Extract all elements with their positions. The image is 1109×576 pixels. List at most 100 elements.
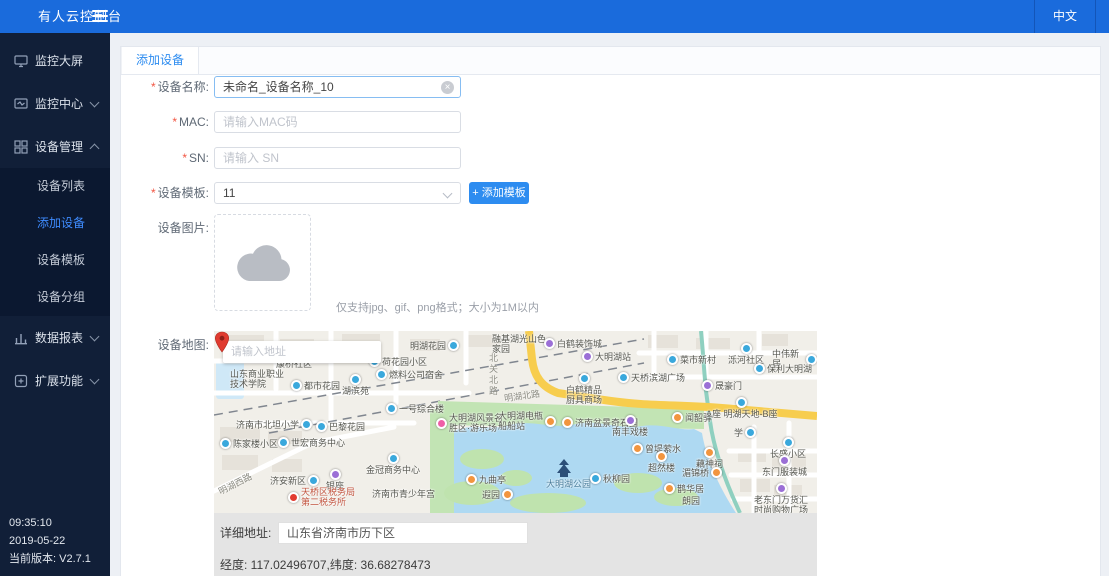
sidebar-item-extension[interactable]: 扩展功能 <box>0 359 110 402</box>
map-poi-icon <box>308 475 319 486</box>
map-poi-icon <box>544 338 555 349</box>
cloud-upload-icon <box>232 241 294 283</box>
map-poi-label: 大明湖风景名 胜区·游乐场 <box>449 413 503 433</box>
device-template-value: 11 <box>223 186 235 200</box>
sidebar-item-data-report[interactable]: 数据报表 <box>0 316 110 359</box>
chevron-down-icon <box>443 189 453 199</box>
sidebar-item-monitor-screen[interactable]: 监控大屏 <box>0 39 110 82</box>
map-poi-label: 晟豪门 <box>715 381 742 391</box>
address-panel: 详细地址: 山东省济南市历下区 经度: 117.02496707,纬度: 36.… <box>214 513 817 576</box>
map-poi: 大明湖风景名 胜区·游乐场 <box>436 413 503 433</box>
screen-icon <box>14 54 28 68</box>
map-poi: 闻韶驿 <box>672 412 712 423</box>
map-poi-icon <box>301 419 312 430</box>
map-poi-icon <box>579 373 590 384</box>
map-poi-label: 燃料公司宿舍 <box>389 370 443 380</box>
map-poi-icon <box>386 403 397 414</box>
sidebar-item-label: 监控中心 <box>35 95 91 112</box>
mac-input[interactable]: 请输入MAC码 <box>214 111 461 133</box>
sidebar-item-add-device[interactable]: 添加设备 <box>0 205 110 242</box>
map-poi-label: 超然楼 <box>648 463 675 473</box>
map-poi-icon <box>741 343 752 354</box>
map-poi-label: 闻韶驿 <box>685 413 712 423</box>
map-road-label: 明湖北路 <box>503 387 540 405</box>
map-poi-icon <box>288 492 299 503</box>
map-poi-icon <box>618 372 629 383</box>
sidebar-item-label: 数据报表 <box>35 329 91 346</box>
map-poi-label: 白鹤装饰城 <box>557 339 602 349</box>
map-poi-label: 大明湖站 <box>595 352 631 362</box>
app: 有人云控制台 中文 监控大屏 监控中心 <box>0 0 1109 576</box>
map-poi-label: 遐园 <box>482 490 500 500</box>
map-poi-label: 九曲亭 <box>479 475 506 485</box>
map-poi-icon <box>656 451 667 462</box>
chevron-down-icon <box>90 97 100 107</box>
map-poi: 大明湖站 <box>582 351 631 362</box>
tab-add-device[interactable]: 添加设备 <box>121 47 199 74</box>
map-poi-label: 世宏商务中心 <box>291 438 345 448</box>
coordinates-text: 经度: 117.02496707,纬度: 36.68278473 <box>220 556 431 573</box>
detail-address-input[interactable]: 山东省济南市历下区 <box>278 522 528 544</box>
image-upload-box[interactable] <box>214 214 311 311</box>
required-mark: * <box>172 115 177 129</box>
add-template-button[interactable]: + 添加模板 <box>469 182 529 204</box>
sidebar-item-device-group[interactable]: 设备分组 <box>0 279 110 316</box>
device-map[interactable]: 明湖花园融基湖光山色 家园白鹤装饰城大明湖站康桥社区荷花园小区燃料公司宿舍山东商… <box>214 331 817 513</box>
map-poi: 融基湖光山色 家园 <box>492 334 546 354</box>
map-poi-icon <box>702 380 713 391</box>
sidebar-nav: 监控大屏 监控中心 设备管理 设备列表 添加设备 设备模 <box>0 33 110 402</box>
device-template-select[interactable]: 11 <box>214 182 461 204</box>
map-poi: 学 <box>734 427 756 438</box>
map-search-input[interactable]: 请输入地址 <box>223 341 381 363</box>
map-poi-icon <box>632 443 643 454</box>
map-poi: 遐园 <box>482 489 513 500</box>
map-poi: 天桥滨湖广场 <box>618 372 685 383</box>
map-poi: 巴黎花园 <box>316 421 365 432</box>
map-poi-label: 天桥区税务局 第二税务所 <box>301 487 355 507</box>
detail-address-label: 详细地址: <box>220 522 271 544</box>
hamburger-menu-icon[interactable] <box>92 10 108 22</box>
sidebar-item-label: 监控大屏 <box>35 52 110 69</box>
map-poi-label: 明湖花园 <box>410 341 446 351</box>
map-poi-icon <box>625 415 636 426</box>
map-poi-icon <box>667 354 678 365</box>
sidebar-item-label: 设备管理 <box>35 138 91 155</box>
map-poi-label: 金冠商务中心 <box>366 465 420 475</box>
map-poi-label: 巴黎花园 <box>329 422 365 432</box>
monitor-icon <box>14 97 28 111</box>
main-content: 添加设备 *设备名称: 未命名_设备名称_10 × *MAC: 请输入MAC码 … <box>110 33 1109 576</box>
map-poi: 济安新区 <box>270 475 319 486</box>
sidebar-item-device-management[interactable]: 设备管理 <box>0 125 110 168</box>
map-poi: 老东门万货汇 时尚购物广场 <box>754 483 808 513</box>
add-device-card: 添加设备 *设备名称: 未命名_设备名称_10 × *MAC: 请输入MAC码 … <box>120 46 1101 576</box>
map-poi: A座 明湖天地-B座 <box>706 397 778 419</box>
map-poi: 陈家楼小区 <box>220 438 278 449</box>
device-management-submenu: 设备列表 添加设备 设备模板 设备分组 <box>0 168 110 316</box>
map-poi: 天桥区税务局 第二税务所 <box>288 487 355 507</box>
sidebar-item-monitor-center[interactable]: 监控中心 <box>0 82 110 125</box>
sidebar-item-device-list[interactable]: 设备列表 <box>0 168 110 205</box>
map-poi-icon <box>776 483 787 494</box>
map-poi: 大明湖电瓶 船船站 <box>498 411 556 431</box>
map-poi-icon <box>502 489 513 500</box>
language-switch-button[interactable]: 中文 <box>1034 0 1096 33</box>
current-date: 2019-05-22 <box>9 532 91 550</box>
map-poi-icon <box>783 437 794 448</box>
map-poi-icon <box>466 474 477 485</box>
image-format-hint: 仅支持jpg、gif、png格式；大小为1M以内 <box>336 299 539 315</box>
map-poi-label: 南丰戏楼 <box>612 427 648 437</box>
map-road-label: 北关北路 <box>487 353 500 397</box>
device-name-input[interactable]: 未命名_设备名称_10 × <box>214 76 461 98</box>
sn-input[interactable]: 请输入 SN <box>214 147 461 169</box>
sidebar-item-device-template[interactable]: 设备模板 <box>0 242 110 279</box>
map-poi-icon <box>448 340 459 351</box>
device-name-value: 未命名_设备名称_10 <box>223 80 334 94</box>
map-poi: 保利大明湖 <box>754 363 812 374</box>
map-road-label: 明湖西路 <box>216 470 254 498</box>
map-poi-label: 济安新区 <box>270 476 306 486</box>
map-poi-label: 秋柳园 <box>603 474 630 484</box>
map-poi: 金冠商务中心 <box>366 453 420 475</box>
map-poi-label: 白鹤精品 厨具商场 <box>566 385 602 405</box>
map-poi-label: 山东商业职业 技术学院 <box>230 369 284 389</box>
clear-icon[interactable]: × <box>441 81 454 94</box>
